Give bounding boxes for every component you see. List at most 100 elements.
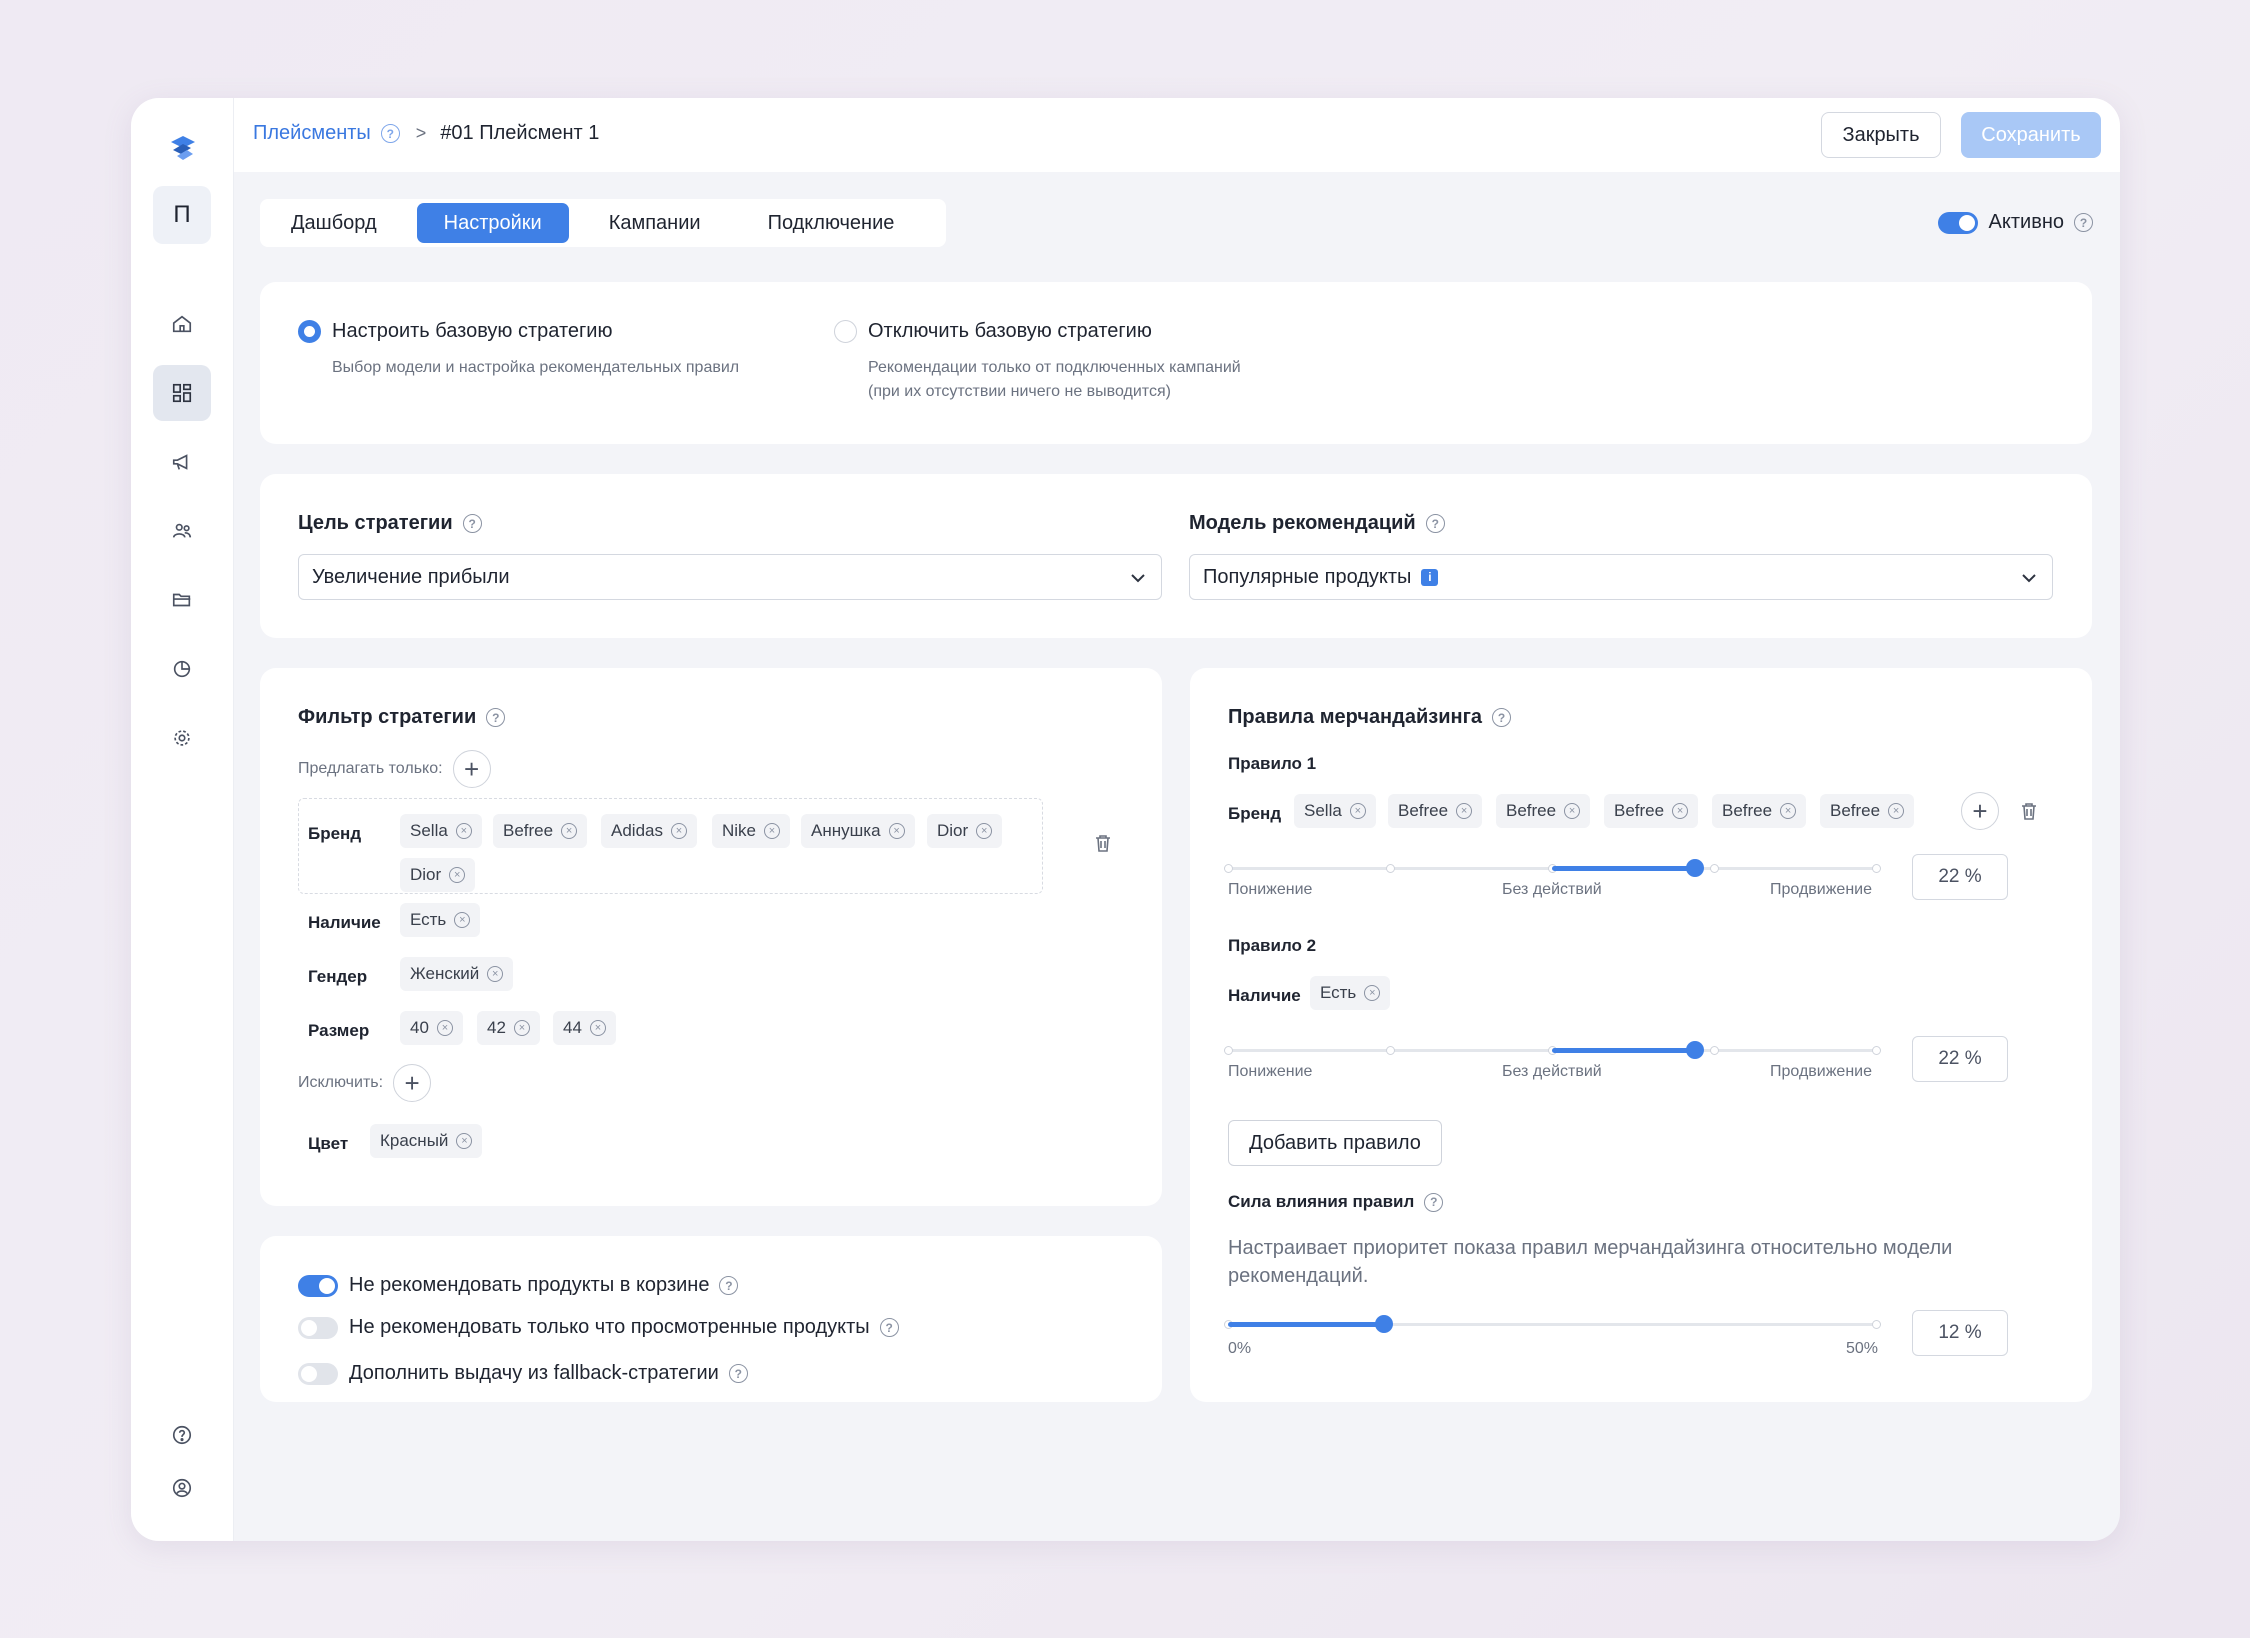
add-exclude-filter-button[interactable]: +	[393, 1064, 432, 1102]
remove-chip-icon[interactable]: ×	[456, 1133, 473, 1149]
remove-chip-icon[interactable]: ×	[589, 1020, 606, 1036]
remove-chip-icon[interactable]: ×	[976, 823, 993, 839]
help-icon[interactable]: ?	[462, 514, 482, 533]
strength-percent-input[interactable]: 12 %	[1912, 1310, 2008, 1356]
goal-select[interactable]: Увеличение прибыли	[298, 554, 1162, 600]
model-value: Популярные продукты	[1203, 565, 1412, 588]
remove-chip-icon[interactable]: ×	[513, 1020, 530, 1036]
option-title: Отключить базовую стратегию	[868, 320, 1152, 342]
slider-tick	[1710, 864, 1719, 873]
help-icon[interactable]: ?	[380, 124, 400, 143]
remove-chip-icon[interactable]: ×	[670, 823, 687, 839]
folder-icon[interactable]	[153, 572, 211, 628]
close-button[interactable]: Закрыть	[1821, 112, 1941, 158]
help-icon[interactable]: ?	[1425, 514, 1445, 533]
strength-desc-line: рекомендаций.	[1228, 1265, 1369, 1287]
logo-icon[interactable]	[163, 128, 203, 168]
tab-dashboard[interactable]: Дашборд	[264, 203, 404, 243]
strength-slider-knob[interactable]	[1374, 1315, 1393, 1333]
remove-chip-icon[interactable]: ×	[764, 823, 781, 839]
remove-chip-icon[interactable]: ×	[455, 823, 472, 839]
trash-icon[interactable]	[1092, 832, 1114, 854]
slider-tick	[1872, 1046, 1881, 1055]
rule-chip: Befree ×	[1496, 794, 1591, 828]
remove-chip-icon[interactable]: ×	[454, 912, 471, 928]
radio-disable[interactable]	[834, 320, 857, 343]
remove-chip-icon[interactable]: ×	[561, 823, 578, 839]
pie-chart-icon[interactable]	[153, 641, 211, 697]
merch-title: Правила мерчандайзинга ?	[1228, 706, 1512, 729]
remove-chip-icon[interactable]: ×	[449, 867, 466, 883]
help-icon[interactable]: ?	[728, 1364, 748, 1383]
toggle-switch[interactable]	[298, 1316, 338, 1339]
help-icon[interactable]: ?	[486, 708, 506, 727]
app-window: П Плейсменты ? > #01 Плейсмент 1 Закрыть…	[131, 98, 2120, 1541]
tab-settings[interactable]: Настройки	[416, 203, 569, 243]
exclude-row: Исключить: +	[298, 1064, 432, 1102]
add-rule-button[interactable]: Добавить правило	[1228, 1120, 1442, 1166]
slider-tick	[1872, 1320, 1881, 1329]
toggle-switch[interactable]	[298, 1274, 338, 1297]
remove-chip-icon[interactable]: ×	[436, 1020, 453, 1036]
chip-label: 42	[487, 1018, 506, 1037]
remove-chip-icon[interactable]: ×	[1672, 803, 1689, 819]
slider-tick	[1386, 1046, 1395, 1055]
strength-title: Сила влияния правил ?	[1228, 1192, 1444, 1212]
tab-campaigns[interactable]: Кампании	[582, 203, 728, 243]
toggle-row: Не рекомендовать только что просмотренны…	[298, 1316, 899, 1339]
info-icon[interactable]: i	[1421, 568, 1439, 586]
help-icon[interactable]: ?	[879, 1318, 899, 1337]
remove-chip-icon[interactable]: ×	[1349, 803, 1366, 819]
color-chip: Красный ×	[370, 1124, 483, 1158]
megaphone-icon[interactable]	[153, 434, 211, 490]
strength-desc-line: Настраивает приоритет показа правил мерч…	[1228, 1237, 1953, 1259]
chip-label: Befree	[1614, 801, 1665, 820]
chevron-down-icon	[2022, 574, 2036, 583]
remove-chip-icon[interactable]: ×	[888, 823, 905, 839]
save-button[interactable]: Сохранить	[1961, 112, 2101, 158]
help-icon[interactable]: ?	[1424, 1192, 1444, 1212]
active-toggle[interactable]	[1937, 211, 1978, 234]
user-icon[interactable]	[153, 1460, 211, 1516]
remove-chip-icon[interactable]: ×	[1780, 803, 1797, 819]
rule-slider-fill	[1552, 1048, 1695, 1053]
remove-chip-icon[interactable]: ×	[487, 966, 504, 982]
active-status: Активно ?	[1937, 211, 2093, 234]
toggle-switch[interactable]	[298, 1362, 338, 1385]
remove-chip-icon[interactable]: ×	[1564, 803, 1581, 819]
project-switcher[interactable]: П	[153, 186, 211, 244]
home-icon[interactable]	[153, 296, 211, 352]
strategy-option-disable[interactable]: Отключить базовую стратегию	[834, 320, 1152, 343]
help-icon[interactable]	[153, 1407, 211, 1463]
goal-model-card: Цель стратегии ? Увеличение прибыли Моде…	[260, 474, 2092, 638]
breadcrumb-parent-link[interactable]: Плейсменты	[253, 122, 371, 145]
remove-chip-icon[interactable]: ×	[1364, 985, 1381, 1001]
trash-icon[interactable]	[2018, 800, 2040, 822]
help-icon[interactable]: ?	[1492, 708, 1512, 727]
rule-slider-knob[interactable]	[1685, 1041, 1704, 1059]
remove-chip-icon[interactable]: ×	[1888, 803, 1905, 819]
model-select[interactable]: Популярные продукты i	[1189, 554, 2053, 600]
brand-chip: Befree ×	[493, 814, 588, 848]
radio-configure[interactable]	[298, 320, 321, 343]
slider-label-low: Понижение	[1228, 881, 1313, 898]
users-icon[interactable]	[153, 503, 211, 559]
rule-percent-input[interactable]: 22 %	[1912, 854, 2008, 900]
toggle-label: Не рекомендовать только что просмотренны…	[349, 1316, 870, 1338]
chip-label: Befree	[1506, 801, 1557, 820]
strategy-option-configure[interactable]: Настроить базовую стратегию	[298, 320, 612, 343]
rule-percent-input[interactable]: 22 %	[1912, 1036, 2008, 1082]
toggle-label: Дополнить выдачу из fallback-стратегии	[349, 1362, 719, 1384]
chevron-down-icon	[1131, 574, 1145, 583]
remove-chip-icon[interactable]: ×	[1456, 803, 1473, 819]
add-rule-value-button[interactable]: +	[1961, 792, 1999, 830]
gear-icon[interactable]	[153, 710, 211, 766]
add-include-filter-button[interactable]: +	[452, 750, 491, 788]
tab-connection[interactable]: Подключение	[741, 203, 922, 243]
help-icon[interactable]: ?	[719, 1276, 739, 1295]
rule-chip: Befree ×	[1820, 794, 1915, 828]
slider-tick	[1710, 1046, 1719, 1055]
rule-slider-knob[interactable]	[1685, 859, 1704, 877]
dashboard-icon[interactable]	[153, 365, 211, 421]
help-icon[interactable]: ?	[2074, 213, 2093, 232]
